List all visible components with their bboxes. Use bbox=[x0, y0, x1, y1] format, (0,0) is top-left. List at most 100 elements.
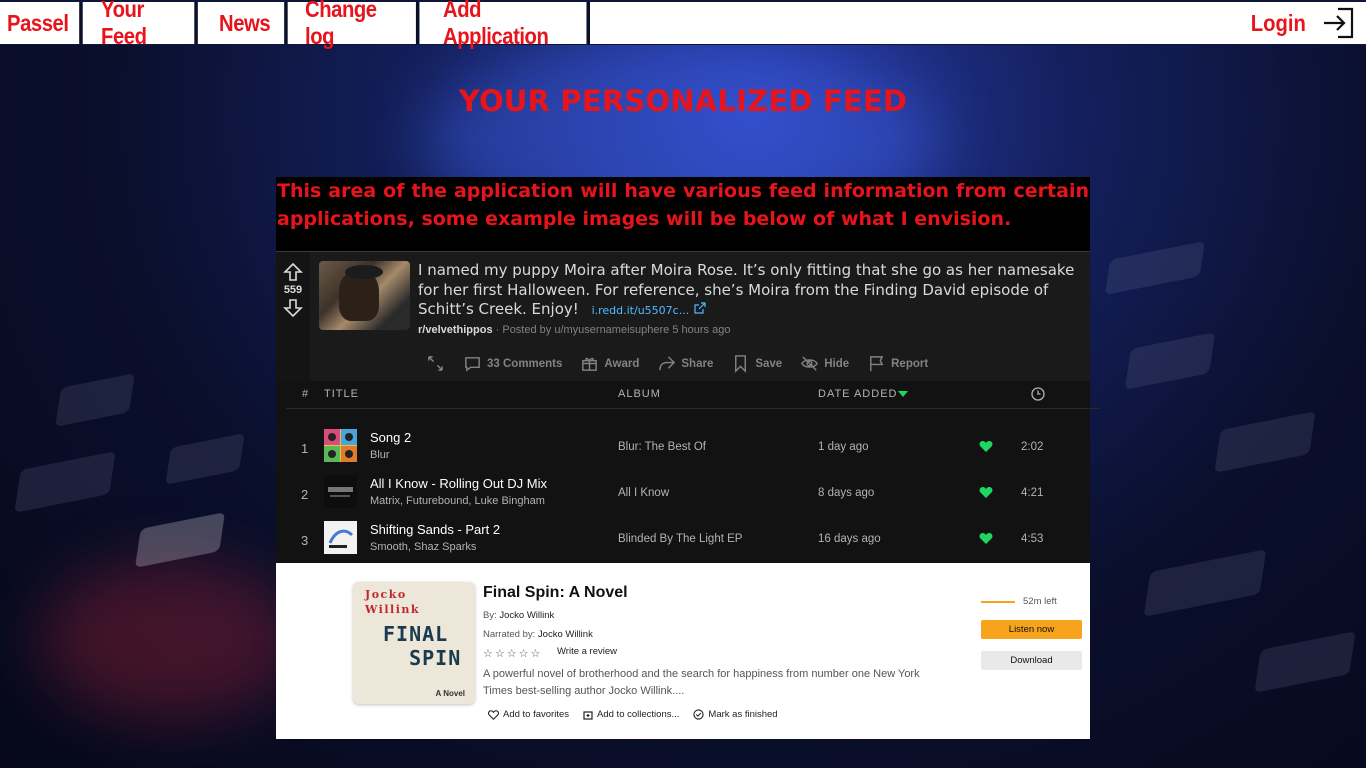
track-date-added: 8 days ago bbox=[818, 487, 875, 499]
hide-label: Hide bbox=[824, 357, 850, 370]
comment-icon bbox=[465, 357, 480, 372]
track-row[interactable]: 2 All I Know - Rolling Out DJ Mix Matrix… bbox=[276, 468, 1090, 514]
post-thumbnail-image[interactable] bbox=[319, 261, 410, 330]
expand-icon bbox=[428, 356, 443, 371]
spotify-playlist: # TITLE ALBUM DATE ADDED 1 Song 2 Blur B… bbox=[276, 381, 1100, 563]
time-left: 52m left bbox=[1023, 596, 1057, 607]
liked-heart-icon[interactable] bbox=[979, 440, 993, 453]
track-artist[interactable]: Smooth, Shaz Sparks bbox=[370, 541, 476, 553]
hide-button[interactable]: Hide bbox=[800, 354, 849, 373]
cover-subtitle: A Novel bbox=[435, 689, 466, 698]
heart-outline-icon bbox=[488, 709, 499, 720]
track-album[interactable]: All I Know bbox=[618, 487, 669, 499]
sort-down-icon[interactable] bbox=[898, 391, 908, 398]
top-nav-bar: Passel Your Feed News Change log Add App… bbox=[0, 0, 1366, 49]
book-title[interactable]: Final Spin: A Novel bbox=[483, 584, 628, 602]
audiobook-card: Jocko Willink FINAL SPIN A Novel Final S… bbox=[276, 563, 1090, 739]
save-button[interactable]: Save bbox=[731, 354, 782, 373]
track-number: 2 bbox=[301, 487, 309, 502]
track-artist[interactable]: Matrix, Futurebound, Luke Bingham bbox=[370, 495, 545, 507]
track-album[interactable]: Blinded By The Light EP bbox=[618, 533, 742, 545]
cover-author: Jocko Willink bbox=[365, 588, 420, 616]
track-title[interactable]: Song 2 bbox=[370, 430, 411, 445]
login-icon bbox=[1324, 7, 1354, 39]
playlist-header: # TITLE ALBUM DATE ADDED bbox=[286, 381, 1100, 409]
post-meta-text: · Posted by u/myusernameisuphere 5 hours… bbox=[492, 324, 731, 336]
book-cover[interactable]: Jocko Willink FINAL SPIN A Novel bbox=[353, 582, 475, 704]
report-label: Report bbox=[891, 357, 929, 370]
nav-news-link[interactable]: News bbox=[212, 2, 288, 44]
upvote-icon[interactable] bbox=[283, 262, 303, 282]
add-to-collections-button[interactable]: Add to collections... bbox=[583, 709, 679, 720]
share-icon bbox=[659, 356, 676, 371]
gift-icon bbox=[582, 357, 598, 371]
header-title[interactable]: TITLE bbox=[324, 388, 359, 400]
login-label: Login bbox=[1251, 9, 1307, 36]
reddit-post-card: 559 I named my puppy Moira after Moira R… bbox=[276, 251, 1090, 382]
check-circle-icon bbox=[693, 709, 705, 720]
track-number: 3 bbox=[301, 533, 309, 548]
write-review-link[interactable]: Write a review bbox=[557, 646, 617, 657]
award-label: Award bbox=[604, 357, 640, 370]
narrator-link[interactable]: Jocko Willink bbox=[538, 629, 593, 640]
track-duration: 4:53 bbox=[1021, 533, 1044, 545]
liked-heart-icon[interactable] bbox=[979, 532, 993, 545]
expand-button[interactable] bbox=[426, 354, 445, 373]
nav-add-application-link[interactable]: Add Application bbox=[436, 0, 590, 49]
downvote-icon[interactable] bbox=[283, 298, 303, 318]
save-label: Save bbox=[755, 357, 783, 370]
nav-passel-link[interactable]: Passel bbox=[0, 2, 83, 44]
cover-title: FINAL SPIN bbox=[383, 622, 462, 670]
vote-count: 559 bbox=[283, 284, 303, 296]
book-narrator-line: Narrated by: Jocko Willink bbox=[483, 629, 593, 640]
post-actions: 33 Comments Award Share Save Hide Report bbox=[426, 354, 928, 373]
nav-your-feed-link[interactable]: Your Feed bbox=[94, 0, 198, 49]
book-author-line: By: Jocko Willink bbox=[483, 610, 554, 621]
award-button[interactable]: Award bbox=[580, 354, 639, 373]
collections-label: Add to collections... bbox=[597, 709, 680, 720]
track-number: 1 bbox=[301, 441, 309, 456]
finished-label: Mark as finished bbox=[708, 709, 778, 720]
album-art bbox=[324, 521, 357, 554]
share-button[interactable]: Share bbox=[657, 354, 713, 373]
album-art bbox=[324, 475, 357, 508]
mark-as-finished-button[interactable]: Mark as finished bbox=[693, 709, 778, 720]
external-link-icon[interactable] bbox=[694, 302, 706, 314]
download-button[interactable]: Download bbox=[981, 651, 1082, 670]
narrated-label: Narrated by: bbox=[483, 629, 536, 640]
track-date-added: 16 days ago bbox=[818, 533, 881, 545]
collection-icon bbox=[583, 710, 593, 720]
post-link[interactable]: i.redd.it/u5507c... bbox=[592, 304, 690, 317]
nav-change-log-link[interactable]: Change log bbox=[298, 0, 420, 49]
login-button[interactable]: Login bbox=[1247, 2, 1356, 44]
track-row[interactable]: 3 Shifting Sands - Part 2 Smooth, Shaz S… bbox=[276, 514, 1090, 560]
by-label: By: bbox=[483, 610, 497, 621]
intro-text: This area of the application will have v… bbox=[276, 177, 1090, 251]
track-title[interactable]: Shifting Sands - Part 2 bbox=[370, 522, 500, 537]
bookmark-icon bbox=[735, 355, 747, 373]
comments-button[interactable]: 33 Comments bbox=[463, 354, 562, 373]
author-link[interactable]: Jocko Willink bbox=[499, 610, 554, 621]
track-artist[interactable]: Blur bbox=[370, 449, 390, 461]
track-date-added: 1 day ago bbox=[818, 441, 869, 453]
album-art bbox=[324, 429, 357, 462]
post-title-text: I named my puppy Moira after Moira Rose.… bbox=[418, 261, 1075, 318]
post-title[interactable]: I named my puppy Moira after Moira Rose.… bbox=[418, 261, 1086, 321]
track-duration: 2:02 bbox=[1021, 441, 1044, 453]
book-actions: Add to favorites Add to collections... M… bbox=[488, 709, 778, 720]
rating-stars[interactable]: ☆☆☆☆☆ bbox=[483, 647, 542, 660]
flag-icon bbox=[870, 356, 884, 372]
track-album[interactable]: Blur: The Best Of bbox=[618, 441, 706, 453]
track-title[interactable]: All I Know - Rolling Out DJ Mix bbox=[370, 476, 547, 491]
track-row[interactable]: 1 Song 2 Blur Blur: The Best Of 1 day ag… bbox=[276, 422, 1090, 468]
listen-now-button[interactable]: Listen now bbox=[981, 620, 1082, 639]
report-button[interactable]: Report bbox=[867, 354, 928, 373]
hide-eye-icon bbox=[801, 356, 819, 371]
header-album[interactable]: ALBUM bbox=[618, 388, 661, 400]
liked-heart-icon[interactable] bbox=[979, 486, 993, 499]
subreddit-link[interactable]: r/velvethippos bbox=[418, 324, 493, 336]
add-to-favorites-button[interactable]: Add to favorites bbox=[488, 709, 569, 720]
post-meta: r/velvethippos · Posted by u/myusernamei… bbox=[418, 324, 730, 336]
vote-column: 559 bbox=[276, 252, 310, 382]
header-date-added[interactable]: DATE ADDED bbox=[818, 388, 897, 400]
